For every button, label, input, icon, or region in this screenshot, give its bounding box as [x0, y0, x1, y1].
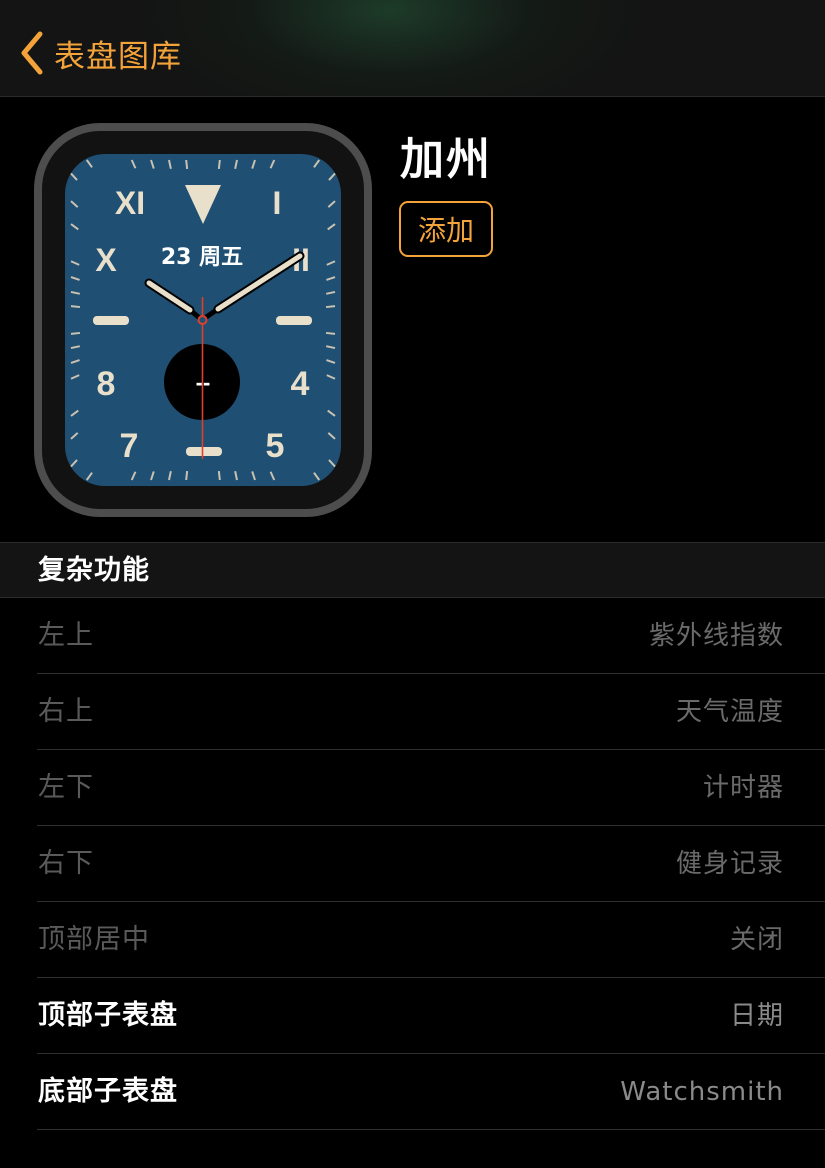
row-label: 左下 — [38, 772, 94, 803]
section-title: 复杂功能 — [38, 555, 150, 586]
minute-tick — [185, 470, 189, 481]
numeral-7: 7 — [120, 427, 139, 465]
row-value: 紫外线指数 — [648, 621, 784, 651]
numeral-8: 8 — [97, 365, 116, 403]
row-value: Watchsmith — [620, 1077, 784, 1107]
section-header: 复杂功能 — [0, 542, 825, 598]
minute-tick — [325, 331, 336, 335]
complications-list: 左上 紫外线指数 右上 天气温度 左下 计时器 右下 健身记录 顶部居中 关闭 … — [0, 598, 825, 1130]
hour-marker — [276, 316, 312, 325]
hour-marker — [186, 447, 222, 456]
face-title: 加州 — [400, 134, 492, 185]
center-pin — [197, 315, 208, 325]
row-value: 关闭 — [729, 925, 784, 955]
minute-tick — [217, 470, 221, 481]
row-label: 右上 — [38, 696, 94, 727]
chevron-left-icon — [20, 31, 44, 75]
navigation-bar: 表盘图库 — [0, 0, 825, 97]
hour-marker — [93, 316, 129, 325]
back-label: 表盘图库 — [54, 38, 182, 75]
complication-row-top-subdial[interactable]: 顶部子表盘 日期 — [0, 978, 825, 1054]
complication-row-top-center[interactable]: 顶部居中 关闭 — [0, 902, 825, 978]
row-label: 左上 — [38, 620, 94, 651]
numeral-x: X — [95, 242, 117, 278]
date-complication: 23 周五 — [161, 245, 243, 270]
minute-tick — [325, 305, 336, 309]
row-value: 日期 — [729, 1001, 784, 1031]
complication-row-top-right[interactable]: 右上 天气温度 — [0, 674, 825, 750]
add-button[interactable]: 添加 — [399, 201, 493, 257]
row-value: 计时器 — [702, 773, 784, 803]
minute-tick — [70, 331, 81, 335]
numeral-xi: XI — [115, 185, 145, 221]
numeral-4: 4 — [291, 365, 310, 403]
complication-row-bottom-subdial[interactable]: 底部子表盘 Watchsmith — [0, 1054, 825, 1130]
watch-face-preview[interactable]: XI I X II 8 4 7 5 23 周五 -- — [33, 122, 373, 518]
row-value: 健身记录 — [675, 849, 784, 879]
numeral-i: I — [273, 185, 282, 221]
complication-row-top-left[interactable]: 左上 紫外线指数 — [0, 598, 825, 674]
row-label: 顶部居中 — [38, 924, 150, 955]
minute-tick — [70, 305, 81, 309]
row-label: 顶部子表盘 — [38, 1000, 178, 1031]
complication-row-bottom-left[interactable]: 左下 计时器 — [0, 750, 825, 826]
minute-tick — [217, 159, 221, 170]
minute-tick — [185, 159, 189, 170]
row-label: 底部子表盘 — [38, 1076, 178, 1107]
numeral-5: 5 — [266, 427, 285, 465]
complication-row-bottom-right[interactable]: 右下 健身记录 — [0, 826, 825, 902]
row-value: 天气温度 — [675, 697, 784, 727]
row-label: 右下 — [38, 848, 94, 879]
back-button[interactable]: 表盘图库 — [20, 28, 182, 78]
